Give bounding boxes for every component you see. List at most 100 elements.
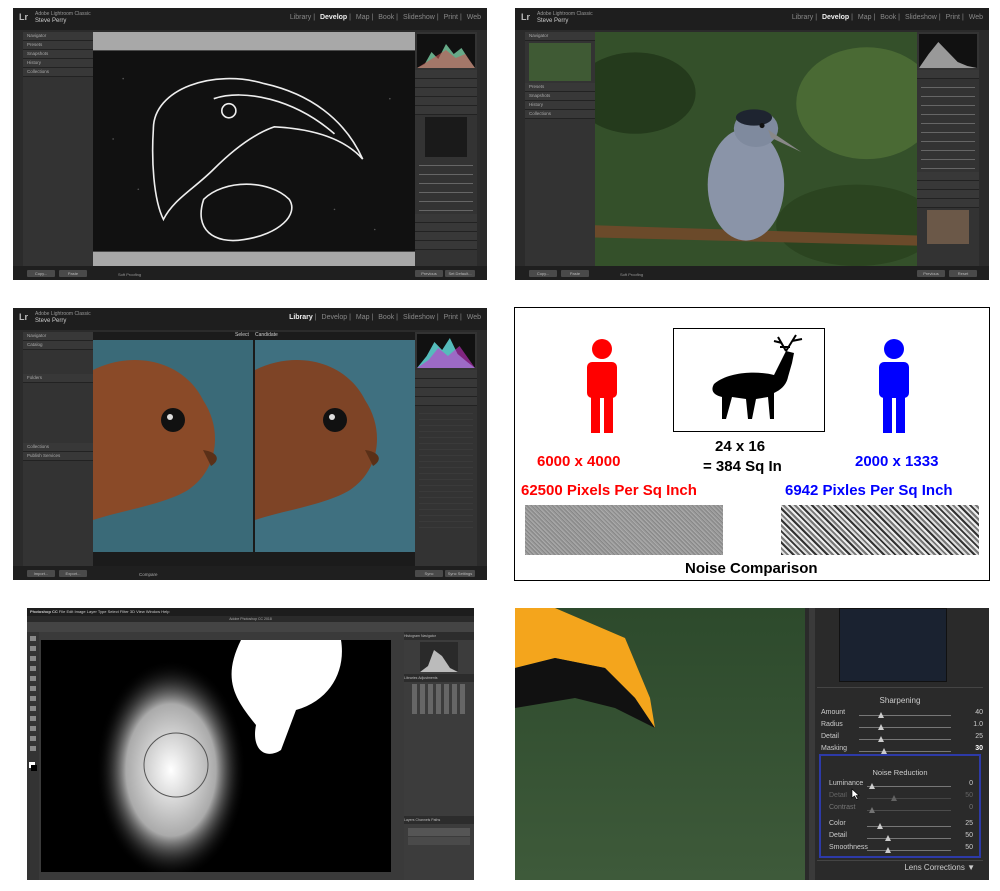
module-library[interactable]: Library — [792, 14, 813, 21]
radius-row[interactable]: Radius 1.0 — [817, 721, 983, 733]
section-detail[interactable] — [917, 199, 979, 208]
section-publish-services[interactable]: Publish Services — [23, 452, 93, 461]
module-book[interactable]: Book — [378, 14, 394, 21]
module-print[interactable]: Print — [444, 314, 458, 321]
menu-view[interactable]: View — [136, 609, 145, 614]
adjustment-icons[interactable] — [412, 684, 466, 714]
section-collections[interactable]: Collections — [23, 68, 93, 77]
section-hsl[interactable] — [917, 181, 979, 190]
section-navigator[interactable]: Navigator — [23, 332, 93, 341]
color-knob[interactable] — [877, 823, 883, 829]
detail-knob[interactable] — [878, 736, 884, 742]
section-folders[interactable]: Folders — [23, 374, 93, 383]
module-web[interactable]: Web — [969, 14, 983, 21]
section-basic[interactable] — [917, 70, 979, 79]
radius-value[interactable]: 1.0 — [973, 721, 983, 728]
highlights-slider[interactable] — [921, 118, 975, 124]
amount-row[interactable]: Amount 40 — [817, 709, 983, 721]
previous-button[interactable]: Previous — [415, 270, 443, 277]
whites-slider[interactable] — [921, 136, 975, 142]
tab-channels[interactable]: Channels — [416, 818, 431, 822]
menu-image[interactable]: Image — [75, 609, 86, 614]
scroll-track[interactable] — [809, 608, 815, 880]
paste-button[interactable]: Paste — [561, 270, 589, 277]
section-navigator[interactable]: Navigator — [525, 32, 595, 41]
luminance-knob[interactable] — [869, 783, 875, 789]
section-presets[interactable]: Presets — [525, 83, 595, 92]
ps-document-canvas[interactable] — [41, 640, 391, 880]
section-keywording[interactable] — [415, 379, 477, 388]
module-develop[interactable]: Develop — [322, 314, 348, 321]
section-snapshots[interactable]: Snapshots — [23, 50, 93, 59]
smoothness-value[interactable]: 50 — [965, 844, 973, 851]
squirrel-select-photo[interactable] — [93, 340, 253, 552]
module-slideshow[interactable]: Slideshow — [403, 314, 435, 321]
previous-button[interactable]: Previous — [917, 270, 945, 277]
navigator-thumbnail[interactable] — [529, 43, 591, 81]
section-navigator[interactable]: Navigator — [23, 32, 93, 41]
section-quick-develop[interactable] — [415, 370, 477, 379]
detail-row[interactable]: Detail 25 — [817, 733, 983, 745]
lens-corrections-header[interactable]: Lens Corrections ▼ — [817, 860, 983, 875]
reset-button[interactable]: Reset — [949, 270, 977, 277]
luminance-row[interactable]: Luminance 0 — [821, 780, 979, 792]
module-library[interactable]: Library — [289, 314, 313, 321]
tab-layers[interactable]: Layers — [404, 818, 415, 822]
shadows-slider[interactable] — [921, 127, 975, 133]
section-history[interactable]: History — [525, 101, 595, 110]
section-lens-corrections[interactable] — [415, 214, 477, 223]
section-tone-curve[interactable] — [415, 79, 477, 88]
menu-select[interactable]: Select — [108, 609, 119, 614]
menu-help[interactable]: Help — [161, 609, 169, 614]
section-split-toning[interactable] — [415, 97, 477, 106]
vibrance-slider[interactable] — [921, 163, 975, 169]
smoothness-knob[interactable] — [885, 847, 891, 853]
detail-value[interactable]: 25 — [975, 733, 983, 740]
section-effects[interactable] — [415, 232, 477, 241]
section-tone-curve[interactable] — [917, 172, 979, 181]
section-basic[interactable] — [415, 70, 477, 79]
export-button[interactable]: Export... — [59, 570, 87, 577]
masking-slider[interactable] — [419, 187, 473, 193]
section-split-toning[interactable] — [917, 190, 979, 199]
amount-value[interactable]: 40 — [975, 709, 983, 716]
section-history[interactable]: History — [23, 59, 93, 68]
color-slider[interactable] — [419, 205, 473, 211]
tab-histogram[interactable]: Histogram — [404, 634, 420, 638]
color-value[interactable]: 25 — [965, 820, 973, 827]
module-map[interactable]: Map — [356, 14, 370, 21]
module-print[interactable]: Print — [444, 14, 458, 21]
menu-window[interactable]: Window — [146, 609, 160, 614]
tab-paths[interactable]: Paths — [431, 818, 440, 822]
section-hsl[interactable] — [415, 88, 477, 97]
amount-knob[interactable] — [878, 712, 884, 718]
module-print[interactable]: Print — [946, 14, 960, 21]
clarity-slider[interactable] — [921, 154, 975, 160]
module-develop[interactable]: Develop — [320, 14, 347, 21]
color-detail-value[interactable]: 50 — [965, 832, 973, 839]
section-snapshots[interactable]: Snapshots — [525, 92, 595, 101]
module-map[interactable]: Map — [356, 314, 370, 321]
section-catalog[interactable]: Catalog — [23, 341, 93, 350]
paste-button[interactable]: Paste — [59, 270, 87, 277]
module-web[interactable]: Web — [467, 314, 481, 321]
contrast-slider[interactable] — [921, 109, 975, 115]
tab-adjustments[interactable]: Adjustments — [418, 676, 437, 680]
module-map[interactable]: Map — [858, 14, 872, 21]
menu-filter[interactable]: Filter — [120, 609, 129, 614]
set-default-button[interactable]: Set Default... — [445, 270, 475, 277]
module-book[interactable]: Book — [378, 314, 394, 321]
menu-file[interactable]: File — [59, 609, 65, 614]
radius-knob[interactable] — [878, 724, 884, 730]
section-keyword-list[interactable] — [415, 388, 477, 397]
temp-slider[interactable] — [921, 82, 975, 88]
module-web[interactable]: Web — [467, 14, 481, 21]
luminance-slider[interactable] — [419, 196, 473, 202]
sync-settings-button[interactable]: Sync Settings — [445, 570, 475, 577]
section-collections[interactable]: Collections — [525, 110, 595, 119]
section-detail[interactable] — [415, 106, 477, 115]
smoothness-row[interactable]: Smoothness 50 — [821, 844, 979, 856]
menu-layer[interactable]: Layer — [87, 609, 97, 614]
layer-row[interactable] — [408, 837, 470, 845]
color-row[interactable]: Color 25 — [821, 820, 979, 832]
